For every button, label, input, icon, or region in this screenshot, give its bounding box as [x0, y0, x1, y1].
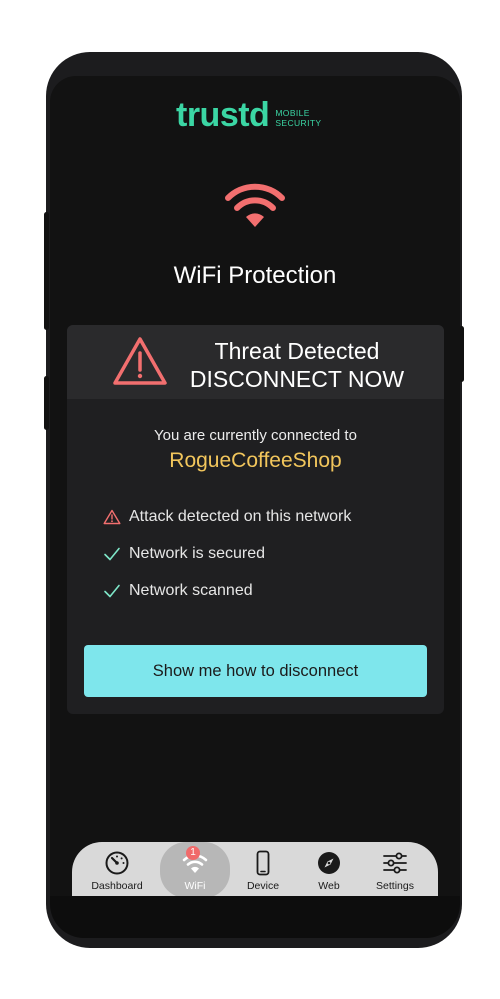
status-text: Network scanned	[129, 582, 253, 599]
tab-wifi[interactable]: WiFi 1	[160, 842, 230, 896]
warning-icon	[101, 507, 123, 527]
threat-heading-line2: DISCONNECT NOW	[189, 366, 405, 392]
page-title: WiFi Protection	[173, 262, 337, 289]
phone-chin	[50, 896, 460, 938]
compass-icon	[318, 852, 340, 874]
bottom-tab-bar: Dashboard WiFi 1 Device Web Settings	[72, 842, 438, 896]
threat-card: Threat Detected DISCONNECT NOW You are c…	[67, 325, 444, 714]
phone-screen: trustd MOBILE SECURITY WiFi Protection T…	[50, 76, 460, 896]
notification-badge: 1	[186, 846, 200, 860]
tab-web[interactable]: Web	[294, 842, 364, 896]
volume-button	[44, 212, 49, 330]
check-icon	[101, 581, 123, 601]
wifi-icon	[225, 183, 285, 227]
tab-label: Settings	[376, 880, 414, 892]
tab-label: Web	[318, 880, 340, 892]
side-button-left	[44, 376, 49, 430]
phone-icon	[256, 850, 270, 876]
brand-logo: trustd MOBILE SECURITY	[176, 98, 322, 132]
network-name: RogueCoffeeShop	[169, 449, 342, 472]
threat-heading-line1: Threat Detected	[214, 338, 380, 364]
threat-header: Threat Detected DISCONNECT NOW	[67, 325, 444, 399]
brand-subtitle-line2: SECURITY	[275, 118, 322, 128]
tab-label: Dashboard	[91, 880, 143, 892]
check-icon	[101, 544, 123, 564]
tab-settings[interactable]: Settings	[360, 842, 430, 896]
tab-device[interactable]: Device	[228, 842, 298, 896]
sliders-icon	[383, 852, 407, 874]
tab-dashboard[interactable]: Dashboard	[82, 842, 152, 896]
connected-label: You are currently connected to	[154, 427, 357, 444]
disconnect-help-button[interactable]: Show me how to disconnect	[84, 645, 427, 697]
status-item-attack: Attack detected on this network	[101, 507, 351, 527]
tab-label: Device	[246, 880, 280, 892]
status-text: Attack detected on this network	[129, 508, 352, 525]
status-text: Network is secured	[129, 545, 266, 562]
brand-subtitle: MOBILE SECURITY	[275, 108, 321, 128]
status-item-secured: Network is secured	[101, 544, 265, 564]
threat-heading: Threat Detected DISCONNECT NOW	[177, 337, 417, 393]
speedometer-icon	[105, 851, 129, 875]
warning-triangle-icon	[113, 337, 167, 385]
brand-wordmark: trustd	[176, 96, 270, 134]
tab-label: WiFi	[184, 880, 206, 892]
brand-subtitle-line1: MOBILE	[275, 108, 310, 118]
status-item-scanned: Network scanned	[101, 581, 253, 601]
